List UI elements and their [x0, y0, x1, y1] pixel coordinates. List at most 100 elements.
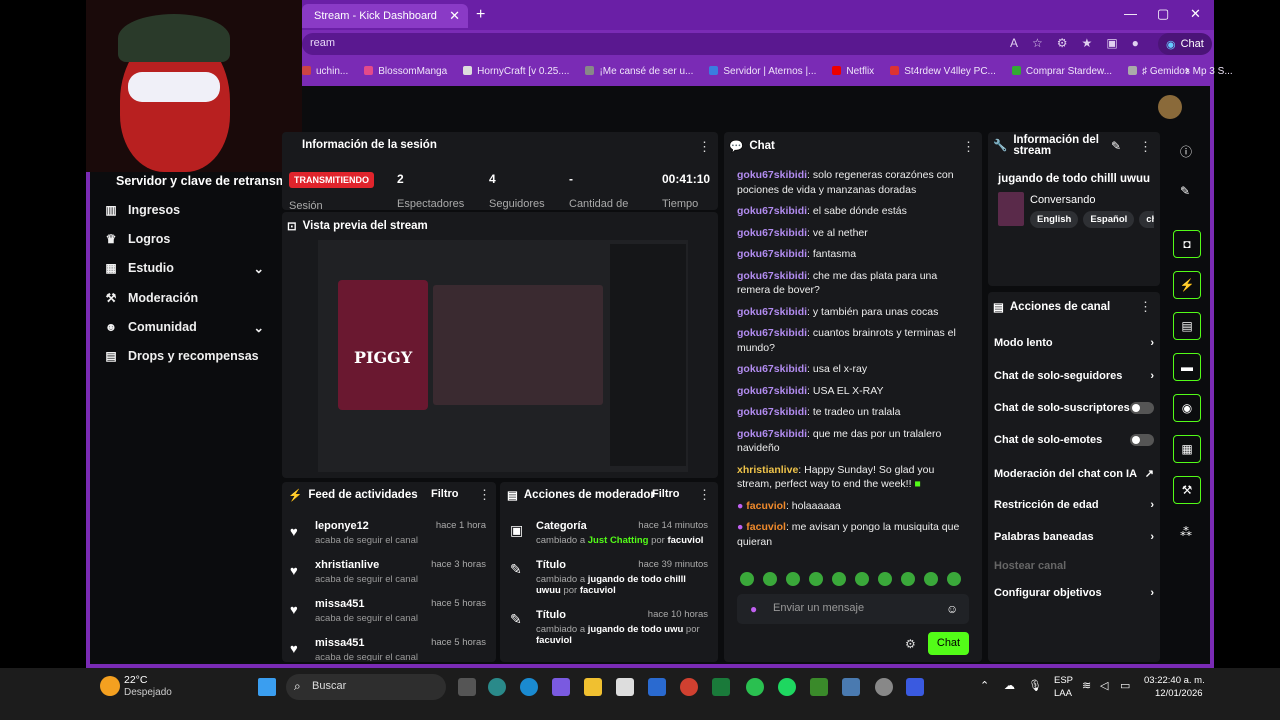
app-icon[interactable]	[906, 678, 924, 696]
pencil-icon[interactable]: ✎	[1180, 184, 1190, 198]
more-options-icon[interactable]: ⋮	[698, 139, 711, 155]
opera-icon[interactable]	[680, 678, 698, 696]
bookmark[interactable]: uchin...	[302, 66, 348, 77]
wrench-icon[interactable]: ⚒	[1173, 476, 1201, 504]
chevron-right-icon[interactable]: ›	[1185, 62, 1189, 77]
document-icon[interactable]: ▤	[1173, 312, 1201, 340]
more-options-icon[interactable]: ⋮	[1139, 139, 1152, 155]
detail-user[interactable]: facuviol	[667, 535, 703, 546]
chat-username[interactable]: xhristianlive	[737, 464, 798, 476]
minecraft-icon[interactable]	[810, 678, 828, 696]
action-emotes-only[interactable]: Chat de solo-emotes	[994, 434, 1154, 446]
chat-icon[interactable]: ▬	[1173, 353, 1201, 381]
sidebar-item-moderacion[interactable]: ⚒ Moderación	[104, 288, 199, 308]
chat-username[interactable]: facuviol	[746, 500, 786, 512]
toggle-switch[interactable]	[1130, 402, 1154, 414]
send-chat-button[interactable]: Chat	[928, 632, 969, 655]
bookmark[interactable]: ¡Me cansé de ser u...	[585, 66, 693, 77]
bookmark[interactable]: HornyCraft [v 0.25....	[463, 66, 569, 77]
weather-temp[interactable]: 22°C	[124, 674, 147, 686]
battery-icon[interactable]: ▭	[1120, 679, 1130, 692]
sidebar-item-estudio[interactable]: ▦ Estudio ⌄	[104, 258, 264, 278]
stream-preview[interactable]: PIGGY	[318, 240, 688, 472]
emote-icon[interactable]	[740, 572, 754, 586]
chat-username[interactable]: goku67skibidi	[737, 428, 807, 440]
emoji-icon[interactable]: ☺	[946, 602, 958, 616]
extensions-icon[interactable]: ⚙	[1057, 36, 1068, 50]
stardew-icon[interactable]	[842, 678, 860, 696]
feed-user[interactable]: leponye12	[315, 520, 369, 532]
sidebar-item-logros[interactable]: ♛ Logros	[104, 229, 171, 249]
new-tab-icon[interactable]: +	[476, 6, 485, 24]
chat-username[interactable]: goku67skibidi	[737, 385, 807, 397]
windows-start-icon[interactable]	[258, 678, 276, 696]
whatsapp-icon[interactable]	[746, 678, 764, 696]
chat-username[interactable]: goku67skibidi	[737, 205, 807, 217]
detail-user[interactable]: facuviol	[580, 585, 616, 596]
chat-username[interactable]: goku67skibidi	[737, 248, 807, 260]
minimize-icon[interactable]: —	[1124, 6, 1137, 21]
chat-username[interactable]: goku67skibidi	[737, 363, 807, 375]
chat-username[interactable]: goku67skibidi	[737, 327, 807, 339]
sidebar-item-comunidad[interactable]: ☻ Comunidad ⌄	[104, 317, 264, 337]
profile-avatar[interactable]: ●	[1132, 36, 1139, 50]
emote-icon[interactable]	[855, 572, 869, 586]
excel-icon[interactable]	[712, 678, 730, 696]
emote-icon[interactable]	[786, 572, 800, 586]
feed-user[interactable]: xhristianlive	[315, 559, 379, 571]
taskbar-search[interactable]: Buscar	[286, 674, 446, 700]
emote-icon[interactable]	[832, 572, 846, 586]
chat-username[interactable]: goku67skibidi	[737, 169, 807, 181]
emote-icon[interactable]	[901, 572, 915, 586]
language-layout[interactable]: LAA	[1054, 688, 1072, 699]
edge-browser-icon[interactable]	[520, 678, 538, 696]
sidebar-item-ingresos[interactable]: ▥ Ingresos	[104, 200, 180, 220]
volume-icon[interactable]: ◁	[1100, 679, 1108, 692]
bookmark[interactable]: Netflix	[832, 66, 874, 77]
copilot-chat-button[interactable]: ◉ Chat	[1158, 33, 1212, 55]
action-ai-moderation[interactable]: Moderación del chat con IA ↗	[994, 467, 1154, 481]
close-tab-icon[interactable]: ✕	[449, 8, 460, 24]
emote-icon[interactable]	[878, 572, 892, 586]
emote-icon[interactable]	[924, 572, 938, 586]
chat-username[interactable]: facuviol	[746, 521, 786, 533]
more-options-icon[interactable]: ⋮	[698, 487, 711, 503]
chat-username[interactable]: goku67skibidi	[737, 406, 807, 418]
edit-pencil-icon[interactable]: ✎	[1111, 139, 1121, 153]
microphone-icon[interactable]: 🎙	[1028, 679, 1042, 692]
wifi-icon[interactable]: ≋	[1082, 679, 1091, 692]
favorites-icon[interactable]: ★	[1082, 36, 1093, 50]
edge-icon[interactable]	[488, 678, 506, 696]
bookmark[interactable]: ♯ Gemidos Mp 3 S...	[1128, 66, 1233, 77]
collections-icon[interactable]: ▣	[1106, 36, 1117, 50]
action-subscribers-only[interactable]: Chat de solo-suscriptores	[994, 402, 1154, 414]
action-goals[interactable]: Configurar objetivos ›	[994, 587, 1154, 599]
copilot-icon[interactable]	[552, 678, 570, 696]
language-code[interactable]: ESP	[1054, 675, 1073, 686]
toggle-switch[interactable]	[1130, 434, 1154, 446]
close-window-icon[interactable]: ✕	[1190, 6, 1201, 22]
broadcast-icon[interactable]: ◉	[1173, 394, 1201, 422]
clock-time[interactable]: 03:22:40 a. m.	[1144, 675, 1205, 686]
emote-icon[interactable]	[947, 572, 961, 586]
emote-icon[interactable]	[809, 572, 823, 586]
read-aloud-icon[interactable]: A	[1010, 36, 1018, 50]
tag-chip[interactable]: Español	[1083, 211, 1135, 228]
dashboard-icon[interactable]: ▦	[1173, 435, 1201, 463]
stream-category[interactable]: Conversando	[1030, 194, 1095, 206]
file-explorer-icon[interactable]	[584, 678, 602, 696]
emote-icon[interactable]	[763, 572, 777, 586]
action-slow-mode[interactable]: Modo lento ›	[994, 337, 1154, 349]
lightning-icon[interactable]: ⚡	[1173, 271, 1201, 299]
mod-filter-button[interactable]: Filtro	[652, 488, 680, 500]
more-options-icon[interactable]: ⋮	[478, 487, 491, 503]
clock-date[interactable]: 12/01/2026	[1155, 688, 1203, 699]
sidebar-item-drops[interactable]: ▤ Drops y recompensas	[104, 346, 258, 366]
browser-tab[interactable]: Stream - Kick Dashboard ✕	[302, 4, 468, 28]
chat-input[interactable]: Enviar un mensaje	[737, 594, 969, 624]
feed-filter-button[interactable]: Filtro	[431, 488, 459, 500]
mic-icon[interactable]: ●	[750, 602, 757, 616]
favorite-icon[interactable]: ☆	[1032, 36, 1043, 50]
action-age-restriction[interactable]: Restricción de edad ›	[994, 499, 1154, 511]
sidebar-stream-key[interactable]: Servidor y clave de retransm	[116, 174, 287, 188]
